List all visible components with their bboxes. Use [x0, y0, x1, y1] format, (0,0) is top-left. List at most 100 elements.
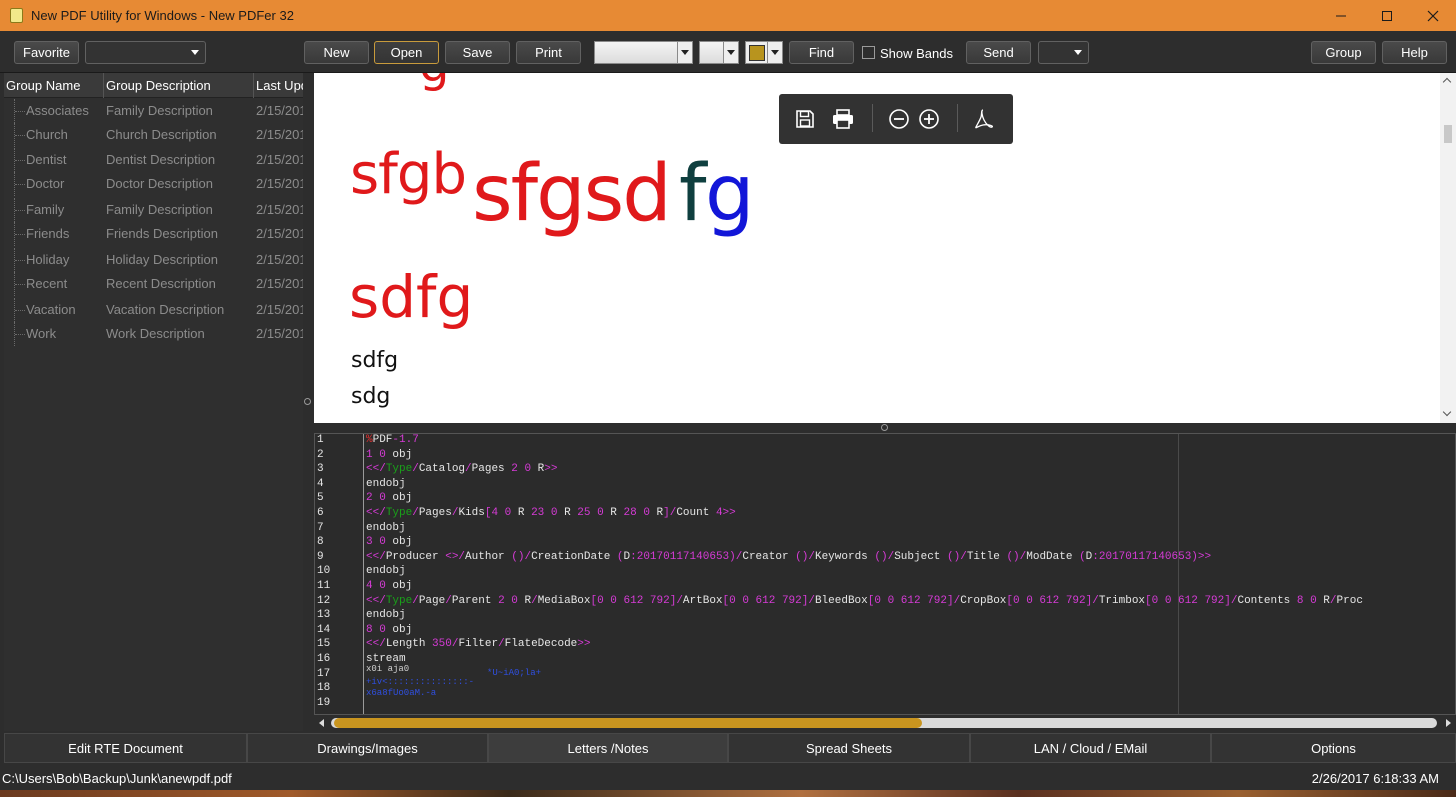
group-list-panel: Group Name Group Description Last Upd As… — [4, 73, 308, 731]
pdf-floating-toolbar — [779, 94, 1013, 144]
pdf-text-sfgb: sfgb — [350, 142, 467, 207]
favorite-button[interactable]: Favorite — [14, 41, 79, 64]
font-size-dropdown[interactable] — [699, 41, 739, 64]
scrollbar-thumb[interactable] — [334, 718, 922, 728]
vertical-splitter[interactable] — [303, 73, 313, 731]
new-button[interactable]: New — [304, 41, 369, 64]
pdf-text-sfgsd: sfgsd — [472, 149, 672, 239]
column-divider[interactable] — [253, 73, 254, 98]
table-row[interactable]: Recent Recent Description 2/15/201 — [4, 272, 303, 296]
close-button[interactable] — [1410, 0, 1456, 31]
group-name-cell: Vacation — [26, 302, 76, 317]
last-updated-cell: 2/15/201 — [256, 176, 303, 191]
show-bands-checkbox[interactable] — [862, 46, 875, 59]
help-button[interactable]: Help — [1382, 41, 1447, 64]
group-description-cell: Church Description — [106, 127, 217, 142]
line-number: 15 — [317, 638, 331, 651]
zoom-out-icon — [889, 109, 909, 129]
pdf-save-button[interactable] — [792, 106, 818, 132]
zoom-out-button[interactable] — [886, 106, 912, 132]
scroll-up-icon[interactable] — [1442, 77, 1452, 87]
splitter-handle[interactable] — [304, 398, 311, 405]
code-line: <</Type/Catalog/Pages 2 0 R>> — [366, 463, 558, 476]
line-number: 6 — [317, 507, 324, 519]
group-name-cell: Family — [26, 202, 65, 217]
code-line: endobj — [366, 609, 406, 622]
tree-connector — [14, 222, 26, 246]
group-name-cell: Work — [26, 326, 57, 341]
pdf-source-editor[interactable]: 1 2 3 4 5 6 7 8 9 10 11 12 13 14 15 16 17 18 19 %PDF-1.7 1… — [314, 433, 1456, 715]
table-row[interactable]: Holiday Holiday Description 2/15/201 — [4, 248, 303, 272]
last-updated-cell: 2/15/201 — [256, 152, 303, 167]
horizontal-splitter[interactable] — [314, 423, 1456, 433]
table-row[interactable]: Family Family Description 2/15/201 — [4, 198, 303, 222]
minimize-button[interactable] — [1318, 0, 1364, 31]
group-description-cell: Dentist Description — [106, 152, 216, 167]
scroll-down-icon[interactable] — [1442, 407, 1452, 417]
pdf-preview[interactable]: g sfgb sfgsd f g sdfg sdfg sdg — [314, 73, 1456, 423]
bottom-tab-bar: Edit RTE Document Drawings/Images Letter… — [4, 733, 1456, 763]
close-icon — [1427, 10, 1439, 21]
color-picker[interactable] — [745, 41, 783, 64]
tree-connector — [14, 198, 26, 222]
tab-edit-rte-document[interactable]: Edit RTE Document — [4, 733, 247, 763]
group-name-cell: Doctor — [26, 176, 65, 191]
group-description-cell: Family Description — [106, 103, 213, 118]
preview-vertical-scrollbar[interactable] — [1440, 73, 1456, 423]
tab-lan-cloud-email[interactable]: LAN / Cloud / EMail — [970, 733, 1211, 763]
line-number: 12 — [317, 594, 331, 607]
scroll-right-icon[interactable] — [1446, 719, 1451, 727]
scroll-left-icon[interactable] — [319, 719, 324, 727]
send-dropdown[interactable] — [1038, 41, 1089, 64]
editor-horizontal-scrollbar[interactable] — [314, 715, 1456, 731]
print-button[interactable]: Print — [516, 41, 581, 64]
table-row[interactable]: Work Work Description 2/15/201 — [4, 322, 303, 346]
table-row[interactable]: Doctor Doctor Description 2/15/201 — [4, 172, 303, 196]
tab-spread-sheets[interactable]: Spread Sheets — [728, 733, 970, 763]
tab-options[interactable]: Options — [1211, 733, 1456, 763]
table-row[interactable]: Friends Friends Description 2/15/201 — [4, 222, 303, 246]
line-number: 16 — [317, 653, 331, 665]
acrobat-button[interactable] — [971, 106, 997, 132]
favorite-dropdown[interactable] — [85, 41, 206, 64]
scrollbar-thumb[interactable] — [1444, 125, 1452, 143]
code-line: 3 0 obj — [366, 536, 413, 549]
code-line: endobj — [366, 565, 406, 578]
table-row[interactable]: Associates Family Description 2/15/201 — [4, 99, 303, 123]
zoom-in-icon — [919, 109, 939, 129]
group-button[interactable]: Group — [1311, 41, 1376, 64]
group-description-cell: Friends Description — [106, 226, 218, 241]
pdf-text-sdfg: sdfg — [351, 348, 399, 373]
table-row[interactable]: Church Church Description 2/15/201 — [4, 123, 303, 147]
tab-drawings-images[interactable]: Drawings/Images — [247, 733, 488, 763]
tree-connector — [14, 172, 26, 196]
save-button[interactable]: Save — [445, 41, 510, 64]
find-button[interactable]: Find — [789, 41, 854, 64]
group-name-cell: Holiday — [26, 252, 70, 267]
tab-letters-notes[interactable]: Letters /Notes — [488, 733, 728, 763]
send-button[interactable]: Send — [966, 41, 1031, 64]
table-row[interactable]: Vacation Vacation Description 2/15/201 — [4, 298, 303, 322]
last-updated-cell: 2/15/201 — [256, 202, 303, 217]
splitter-handle[interactable] — [881, 424, 888, 431]
pdf-text-cut-top: g — [419, 73, 449, 93]
column-header-last-updated[interactable]: Last Upd — [256, 78, 308, 93]
font-family-dropdown[interactable] — [594, 41, 693, 64]
pdf-print-button[interactable] — [830, 106, 856, 132]
chevron-down-icon — [677, 42, 692, 63]
column-header-group-name[interactable]: Group Name — [6, 78, 80, 93]
binary-stream-garble: x6a8fUo0aM.-a — [366, 688, 437, 698]
table-row[interactable]: Dentist Dentist Description 2/15/201 — [4, 148, 303, 172]
group-description-cell: Family Description — [106, 202, 213, 217]
code-line: 8 0 obj — [366, 623, 413, 636]
column-header-group-description[interactable]: Group Description — [106, 78, 211, 93]
open-button[interactable]: Open — [374, 41, 439, 64]
zoom-in-button[interactable] — [916, 106, 942, 132]
column-divider[interactable] — [103, 73, 104, 98]
code-line: endobj — [366, 477, 406, 490]
color-swatch — [749, 45, 765, 61]
tree-connector — [14, 148, 26, 172]
maximize-button[interactable] — [1364, 0, 1410, 31]
column-guide — [1178, 434, 1179, 714]
tree-connector — [14, 123, 26, 147]
